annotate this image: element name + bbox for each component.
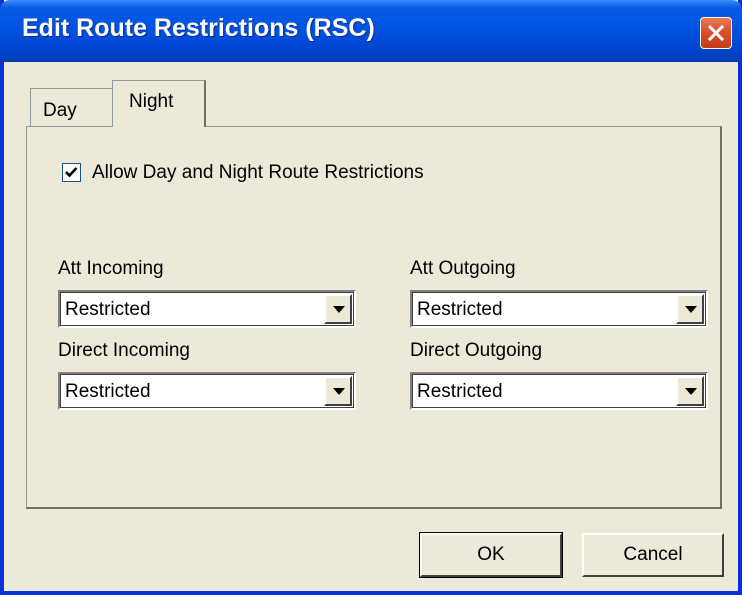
att-outgoing-select[interactable]: Restricted [410,290,708,328]
direct-incoming-select[interactable]: Restricted [58,372,356,410]
att-incoming-value: Restricted [65,299,151,320]
direct-outgoing-value: Restricted [417,381,503,402]
direct-incoming-dropdown-button[interactable] [324,376,352,406]
direct-incoming-label: Direct Incoming [58,340,190,361]
att-incoming-dropdown-button[interactable] [324,294,352,324]
att-outgoing-value: Restricted [417,299,503,320]
direct-incoming-value: Restricted [65,381,151,402]
dropdown-arrow-icon [685,388,697,395]
title-bar[interactable]: Edit Route Restrictions (RSC) [0,0,742,62]
allow-restrictions-checkbox[interactable] [62,163,81,182]
ok-button-label: OK [477,544,505,565]
att-incoming-select[interactable]: Restricted [58,290,356,328]
dropdown-arrow-icon [333,388,345,395]
close-button[interactable] [700,17,732,49]
close-icon [707,24,725,42]
tab-day[interactable]: Day [30,88,116,126]
direct-outgoing-label: Direct Outgoing [410,340,543,361]
window-title: Edit Route Restrictions (RSC) [22,14,375,42]
att-incoming-label: Att Incoming [58,258,164,279]
att-outgoing-label: Att Outgoing [410,258,516,279]
direct-outgoing-dropdown-button[interactable] [676,376,704,406]
tab-day-label: Day [43,100,77,121]
dropdown-arrow-icon [333,306,345,313]
allow-restrictions-label: Allow Day and Night Route Restrictions [92,162,424,183]
att-outgoing-dropdown-button[interactable] [676,294,704,324]
ok-button[interactable]: OK [419,532,563,578]
tab-night[interactable]: Night [112,80,206,127]
cancel-button-label: Cancel [623,544,683,565]
dropdown-arrow-icon [685,306,697,313]
checkmark-icon [65,167,78,178]
tab-night-label: Night [129,91,174,112]
direct-outgoing-select[interactable]: Restricted [410,372,708,410]
cancel-button[interactable]: Cancel [582,533,724,577]
